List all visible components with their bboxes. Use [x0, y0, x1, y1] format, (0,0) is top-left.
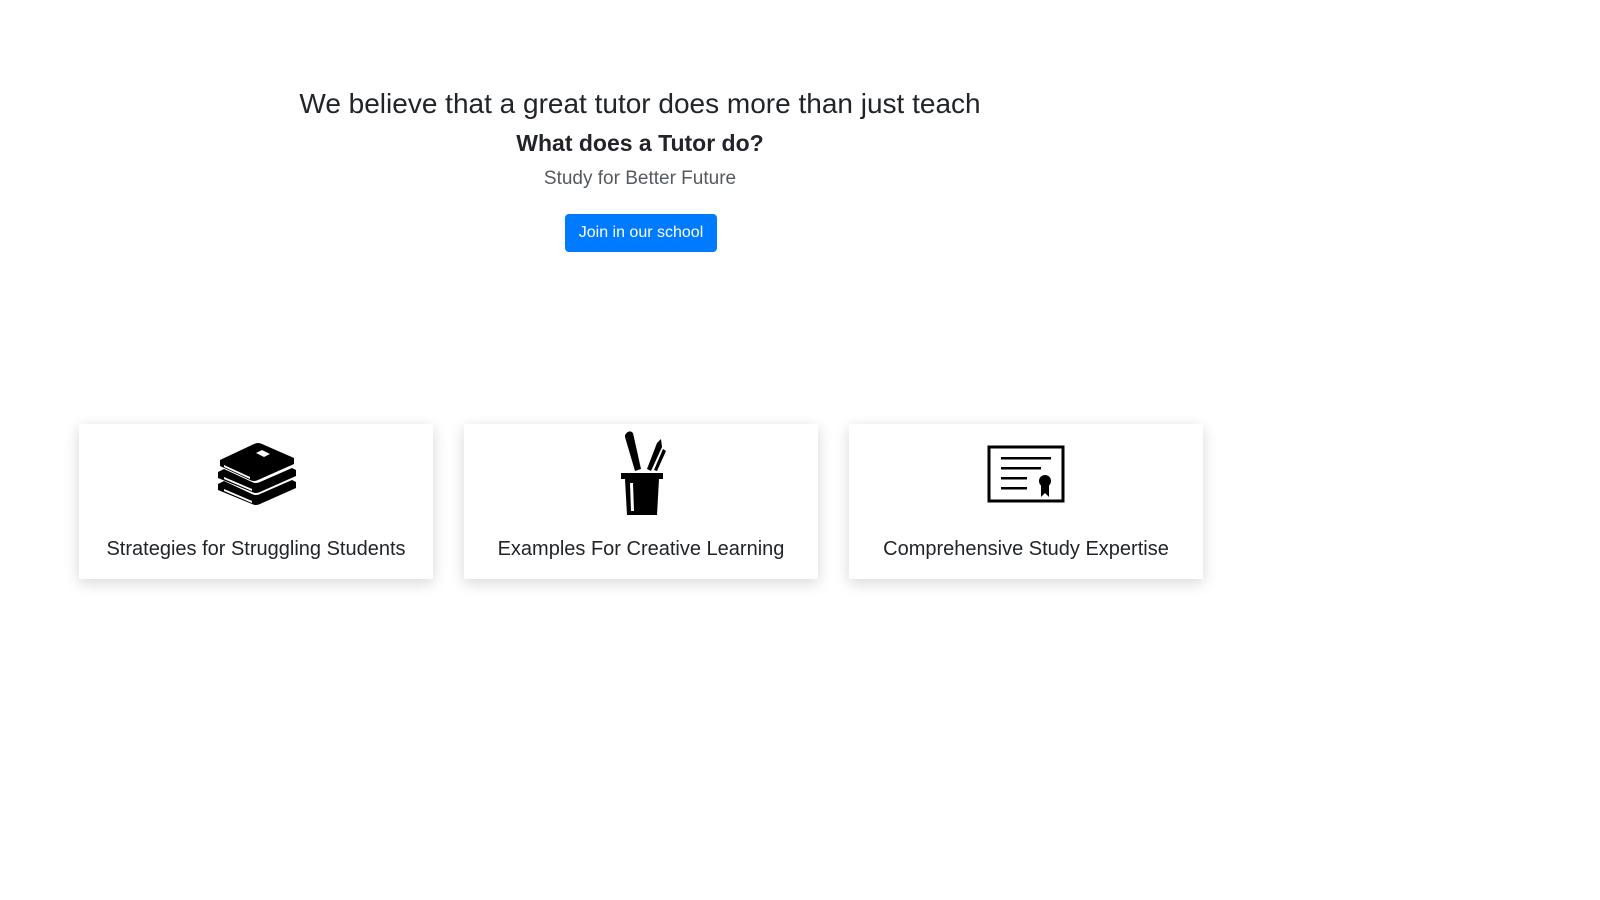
feature-card-title: Strategies for Struggling Students: [106, 538, 406, 560]
feature-card-title: Comprehensive Study Expertise: [883, 538, 1169, 560]
join-school-button[interactable]: Join in our school: [565, 214, 717, 252]
hero-title: We believe that a great tutor does more …: [299, 88, 981, 119]
hero-subtitle: What does a Tutor do?: [516, 130, 764, 156]
hero-tagline: Study for Better Future: [543, 168, 737, 189]
pencil-cup-icon: [464, 428, 818, 520]
certificate-icon: [849, 428, 1203, 520]
feature-card-title: Examples For Creative Learning: [497, 538, 785, 560]
feature-card-struggling-students: Strategies for Struggling Students: [79, 424, 433, 579]
books-icon: [79, 428, 433, 520]
feature-card-study-expertise: Comprehensive Study Expertise: [849, 424, 1203, 579]
feature-card-creative-learning: Examples For Creative Learning: [464, 424, 818, 579]
